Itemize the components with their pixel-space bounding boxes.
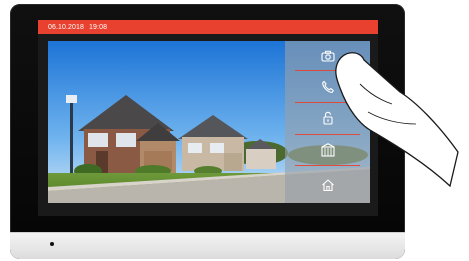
device-base-bar (10, 232, 405, 259)
status-time: 19:08 (89, 23, 108, 31)
status-date: 06.10.2018 (48, 23, 85, 31)
indicator-led (50, 242, 54, 246)
display-screen: 06.10.2018 19:08 (38, 20, 378, 216)
pointing-hand-icon (335, 52, 459, 188)
status-bar: 06.10.2018 19:08 (38, 20, 378, 34)
